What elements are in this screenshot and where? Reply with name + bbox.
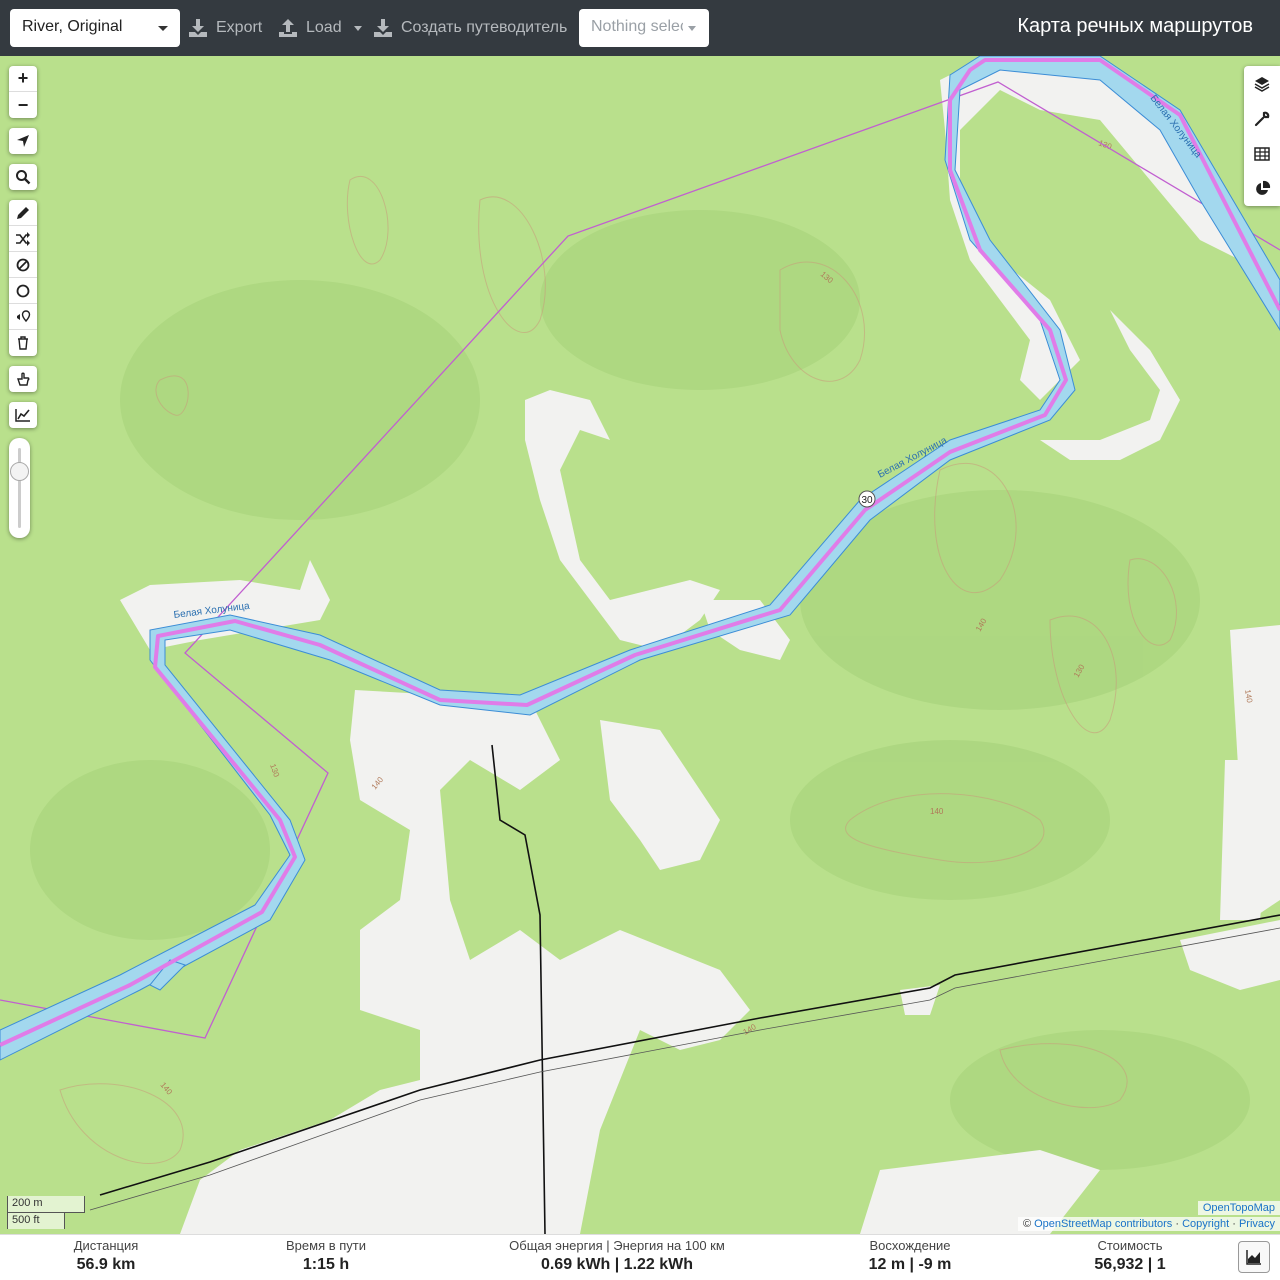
attribution-separator: · bbox=[1172, 1218, 1183, 1230]
shuffle-icon bbox=[16, 231, 30, 246]
chevron-down-icon bbox=[158, 26, 168, 31]
pie-chart-icon bbox=[1256, 180, 1271, 195]
zoom-out-button[interactable]: − bbox=[9, 92, 37, 118]
map-pin-sound-icon bbox=[17, 309, 31, 322]
attribution-separator: · bbox=[1229, 1218, 1239, 1230]
no-go-area-button[interactable] bbox=[9, 252, 37, 278]
osm-contributors-link[interactable]: OpenStreetMap contributors bbox=[1034, 1218, 1172, 1230]
statistics-tab[interactable] bbox=[1244, 171, 1280, 206]
search-icon bbox=[16, 170, 31, 185]
opentopomap-link[interactable]: OpenTopoMap bbox=[1203, 1202, 1275, 1214]
pencil-icon bbox=[17, 206, 29, 219]
chevron-down-icon bbox=[688, 26, 696, 31]
scale-imperial: 500 ft bbox=[7, 1212, 65, 1229]
map-scale: 200 m 500 ft bbox=[7, 1196, 85, 1229]
copyright-link[interactable]: Copyright bbox=[1182, 1218, 1229, 1230]
upload-icon bbox=[279, 19, 297, 37]
stat-distance: Дистанция 56.9 km bbox=[60, 1238, 152, 1274]
export-label: Export bbox=[216, 19, 263, 36]
selection-dropdown[interactable]: Nothing selected bbox=[579, 9, 709, 47]
locate-button[interactable] bbox=[9, 128, 37, 154]
layers-icon bbox=[1254, 76, 1270, 92]
zoom-in-button[interactable]: + bbox=[9, 66, 37, 92]
wrench-icon bbox=[1254, 111, 1270, 126]
stat-time-label: Время в пути bbox=[286, 1238, 366, 1253]
stat-time: Время в пути 1:15 h bbox=[276, 1238, 376, 1274]
load-button[interactable]: Load bbox=[278, 14, 362, 42]
app-title: Карта речных маршрутов bbox=[1017, 15, 1253, 37]
contour-label: 140 bbox=[930, 807, 944, 816]
stat-energy-value: 0.69 kWh | 1.22 kWh bbox=[540, 1256, 694, 1273]
opentopomap-attribution[interactable]: OpenTopoMap bbox=[1197, 1201, 1280, 1215]
attribution-prefix: © bbox=[1022, 1218, 1035, 1230]
settings-tab[interactable] bbox=[1244, 101, 1280, 136]
circle-icon bbox=[16, 284, 30, 297]
route-marker-label: 30 bbox=[861, 495, 873, 506]
stat-ascent: Восхождение 12 m | -9 m bbox=[860, 1238, 960, 1274]
area-chart-icon bbox=[1246, 1250, 1261, 1265]
elevation-control bbox=[9, 402, 37, 428]
stat-energy-label: Общая энергия | Энергия на 100 км bbox=[509, 1238, 725, 1253]
stat-distance-value: 56.9 km bbox=[76, 1256, 136, 1273]
stat-time-value: 1:15 h bbox=[302, 1256, 350, 1273]
zoom-control: + − bbox=[9, 66, 37, 118]
draw-toolbar bbox=[9, 200, 37, 356]
route-stats-bar: Дистанция 56.9 km Время в пути 1:15 h Об… bbox=[0, 1234, 1280, 1280]
stat-cost: Стоимость 56,932 | 1 bbox=[1085, 1238, 1175, 1274]
stat-distance-label: Дистанция bbox=[73, 1238, 139, 1253]
line-chart-icon bbox=[15, 409, 30, 422]
stat-ascent-value: 12 m | -9 m bbox=[868, 1256, 952, 1273]
load-label: Load bbox=[306, 19, 342, 36]
layer-opacity-slider[interactable] bbox=[9, 438, 30, 538]
data-table-tab[interactable] bbox=[1244, 136, 1280, 171]
point-marker-button[interactable] bbox=[9, 304, 37, 330]
hand-pointer-icon bbox=[17, 372, 30, 386]
map-layer: 130 130 140 140 130 140 130 140 140 140 … bbox=[0, 56, 1280, 1234]
layers-tab[interactable] bbox=[1244, 66, 1280, 101]
download-icon bbox=[374, 19, 392, 37]
elevation-profile-button[interactable] bbox=[9, 402, 37, 428]
create-guide-button[interactable]: Создать путеводитель bbox=[373, 14, 567, 42]
stat-ascent-label: Восхождение bbox=[869, 1238, 951, 1253]
map-canvas[interactable]: 130 130 140 140 130 140 130 140 140 140 … bbox=[0, 56, 1280, 1234]
locate-control bbox=[9, 128, 37, 154]
select-route-button[interactable] bbox=[9, 366, 37, 392]
slider-thumb[interactable] bbox=[10, 462, 29, 481]
stat-energy: Общая энергия | Энергия на 100 км 0.69 k… bbox=[507, 1238, 727, 1274]
selection-dropdown-value: Nothing selected bbox=[591, 18, 683, 35]
top-navbar: River, Original Export Load Создать путе… bbox=[0, 0, 1280, 56]
download-icon bbox=[189, 19, 207, 37]
stat-cost-value: 56,932 | 1 bbox=[1094, 1256, 1166, 1273]
location-arrow-icon bbox=[17, 135, 29, 147]
search-button[interactable] bbox=[9, 164, 37, 190]
map-attribution: © OpenStreetMap contributors · Copyright… bbox=[1017, 1217, 1280, 1231]
create-guide-label: Создать путеводитель bbox=[401, 19, 568, 36]
ban-icon bbox=[16, 258, 30, 271]
slider-track bbox=[18, 448, 21, 528]
profile-select-value: River, Original bbox=[22, 18, 123, 35]
sidebar-tabs bbox=[1244, 66, 1280, 206]
delete-route-button[interactable] bbox=[9, 330, 37, 356]
stat-cost-label: Стоимость bbox=[1097, 1238, 1163, 1253]
circle-area-button[interactable] bbox=[9, 278, 37, 304]
export-button[interactable]: Export bbox=[188, 14, 262, 42]
search-control bbox=[9, 164, 37, 190]
hand-control bbox=[9, 366, 37, 392]
scale-metric: 200 m bbox=[7, 1196, 85, 1213]
chevron-down-icon bbox=[353, 25, 362, 31]
privacy-link[interactable]: Privacy bbox=[1239, 1218, 1275, 1230]
draw-route-button[interactable] bbox=[9, 200, 37, 226]
reverse-route-button[interactable] bbox=[9, 226, 37, 252]
trash-icon bbox=[18, 336, 28, 350]
table-icon bbox=[1254, 146, 1270, 161]
profile-select[interactable]: River, Original bbox=[10, 9, 180, 47]
toggle-chart-button[interactable] bbox=[1238, 1241, 1270, 1273]
